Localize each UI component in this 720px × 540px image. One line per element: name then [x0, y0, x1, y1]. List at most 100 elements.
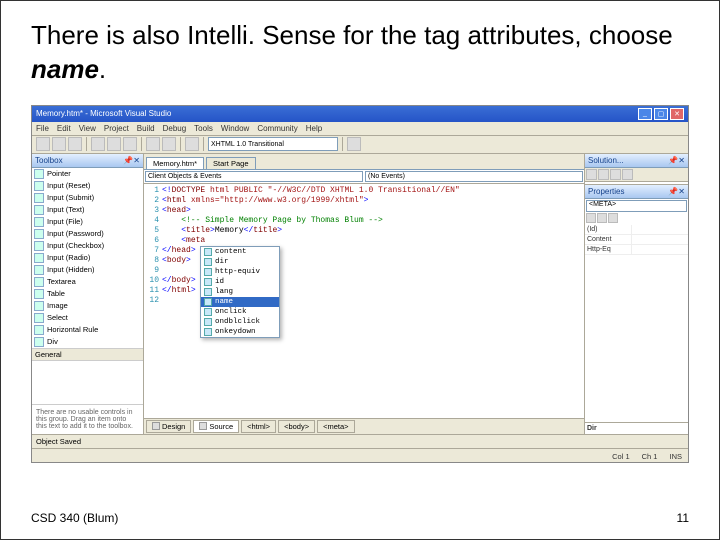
right-panels: Solution...📌✕ Properties📌✕ <META>	[584, 154, 688, 434]
doctype-dropdown[interactable]: XHTML 1.0 Transitional	[208, 137, 338, 151]
pointer-icon	[34, 169, 44, 179]
panel-close-icon[interactable]: ✕	[678, 156, 685, 165]
nest-icon[interactable]	[622, 169, 633, 180]
design-tab[interactable]: Design	[146, 420, 191, 433]
code-editor[interactable]: 123456789101112 <!DOCTYPE html PUBLIC "-…	[144, 184, 584, 418]
props-icon[interactable]	[586, 169, 597, 180]
toolbox-item[interactable]: Pointer	[32, 168, 143, 180]
editor-area: Memory.htm* Start Page Client Objects & …	[144, 154, 584, 434]
minimize-button[interactable]: _	[638, 108, 652, 120]
toolbox-item[interactable]: Textarea	[32, 276, 143, 288]
attr-icon	[204, 258, 212, 266]
pin-icon[interactable]: 📌	[668, 187, 678, 196]
output-panel: Object Saved	[32, 434, 688, 448]
alpha-icon[interactable]	[597, 213, 607, 223]
attr-icon	[204, 298, 212, 306]
intellisense-item-selected[interactable]: name	[201, 297, 279, 307]
maximize-button[interactable]: ▢	[654, 108, 668, 120]
toolbox-item[interactable]: Image	[32, 300, 143, 312]
status-col: Col 1	[612, 452, 630, 461]
menu-file[interactable]: File	[36, 124, 49, 133]
attr-icon	[204, 328, 212, 336]
intellisense-item[interactable]: dir	[201, 257, 279, 267]
validate-icon[interactable]	[347, 137, 361, 151]
pin-icon[interactable]: 📌	[668, 156, 678, 165]
editor-view-tabs: Design Source <html> <body> <meta>	[144, 418, 584, 434]
toolbox-item[interactable]: Div	[32, 336, 143, 348]
breadcrumb-html[interactable]: <html>	[241, 420, 276, 433]
categorize-icon[interactable]	[586, 213, 596, 223]
menu-help[interactable]: Help	[306, 124, 322, 133]
attr-icon	[204, 248, 212, 256]
menu-tools[interactable]: Tools	[194, 124, 213, 133]
toolbox-empty-msg: There are no usable controls in this gro…	[32, 404, 143, 434]
cut-icon[interactable]	[91, 137, 105, 151]
menu-window[interactable]: Window	[221, 124, 249, 133]
play-icon[interactable]	[185, 137, 199, 151]
undo-icon[interactable]	[146, 137, 160, 151]
paste-icon[interactable]	[123, 137, 137, 151]
intellisense-popup[interactable]: content dir http-equiv id lang name oncl…	[200, 246, 280, 338]
toolbox-item[interactable]: Input (Reset)	[32, 180, 143, 192]
properties-selector[interactable]: <META>	[586, 200, 687, 212]
open-icon[interactable]	[52, 137, 66, 151]
intellisense-item[interactable]: lang	[201, 287, 279, 297]
vs-toolbar: XHTML 1.0 Transitional	[32, 136, 688, 154]
redo-icon[interactable]	[162, 137, 176, 151]
tool-icon	[34, 253, 44, 263]
editor-tab-startpage[interactable]: Start Page	[206, 157, 255, 169]
toolbox-item[interactable]: Table	[32, 288, 143, 300]
events-icon[interactable]	[608, 213, 618, 223]
editor-object-dropdown[interactable]: Client Objects & Events	[145, 171, 363, 182]
toolbox-item[interactable]: Input (Checkbox)	[32, 240, 143, 252]
breadcrumb-body[interactable]: <body>	[278, 420, 315, 433]
menu-project[interactable]: Project	[104, 124, 129, 133]
pin-icon[interactable]: 📌	[123, 156, 133, 165]
design-icon	[152, 422, 160, 430]
line-gutter: 123456789101112	[146, 186, 162, 416]
tool-icon	[34, 205, 44, 215]
menu-edit[interactable]: Edit	[57, 124, 71, 133]
toolbox-item[interactable]: Input (Submit)	[32, 192, 143, 204]
menu-build[interactable]: Build	[137, 124, 155, 133]
toolbox-item[interactable]: Input (Radio)	[32, 252, 143, 264]
showall-icon[interactable]	[598, 169, 609, 180]
copy-icon[interactable]	[107, 137, 121, 151]
toolbox-item[interactable]: Select	[32, 312, 143, 324]
menu-community[interactable]: Community	[257, 124, 297, 133]
menu-view[interactable]: View	[79, 124, 96, 133]
menu-debug[interactable]: Debug	[163, 124, 187, 133]
toolbox-item[interactable]: Input (Text)	[32, 204, 143, 216]
intellisense-item[interactable]: onkeydown	[201, 327, 279, 337]
property-grid[interactable]: (Id) Content Http-Eq	[585, 225, 688, 422]
source-icon	[199, 422, 207, 430]
new-icon[interactable]	[36, 137, 50, 151]
output-tab[interactable]: Object Saved	[36, 437, 81, 446]
intellisense-item[interactable]: content	[201, 247, 279, 257]
tool-icon	[34, 301, 44, 311]
source-tab[interactable]: Source	[193, 420, 239, 433]
properties-header: Properties📌✕	[585, 185, 688, 199]
toolbox-item[interactable]: Horizontal Rule	[32, 324, 143, 336]
intellisense-item[interactable]: http-equiv	[201, 267, 279, 277]
toolbox-item[interactable]: Input (File)	[32, 216, 143, 228]
editor-event-dropdown[interactable]: (No Events)	[365, 171, 583, 182]
save-icon[interactable]	[68, 137, 82, 151]
refresh-icon[interactable]	[610, 169, 621, 180]
intellisense-item[interactable]: id	[201, 277, 279, 287]
toolbox-section[interactable]: General	[32, 348, 143, 361]
intellisense-item[interactable]: ondblclick	[201, 317, 279, 327]
editor-tab-memory[interactable]: Memory.htm*	[146, 157, 204, 169]
toolbox-item[interactable]: Input (Password)	[32, 228, 143, 240]
close-button[interactable]: ✕	[670, 108, 684, 120]
tool-icon	[34, 289, 44, 299]
panel-close-icon[interactable]: ✕	[133, 156, 140, 165]
breadcrumb-meta[interactable]: <meta>	[317, 420, 354, 433]
editor-tabs: Memory.htm* Start Page	[144, 154, 584, 170]
tool-icon	[34, 313, 44, 323]
intellisense-item[interactable]: onclick	[201, 307, 279, 317]
panel-close-icon[interactable]: ✕	[678, 187, 685, 196]
toolbox-header: Toolbox 📌 ✕	[32, 154, 143, 168]
toolbox-item[interactable]: Input (Hidden)	[32, 264, 143, 276]
solution-header: Solution...📌✕	[585, 154, 688, 168]
